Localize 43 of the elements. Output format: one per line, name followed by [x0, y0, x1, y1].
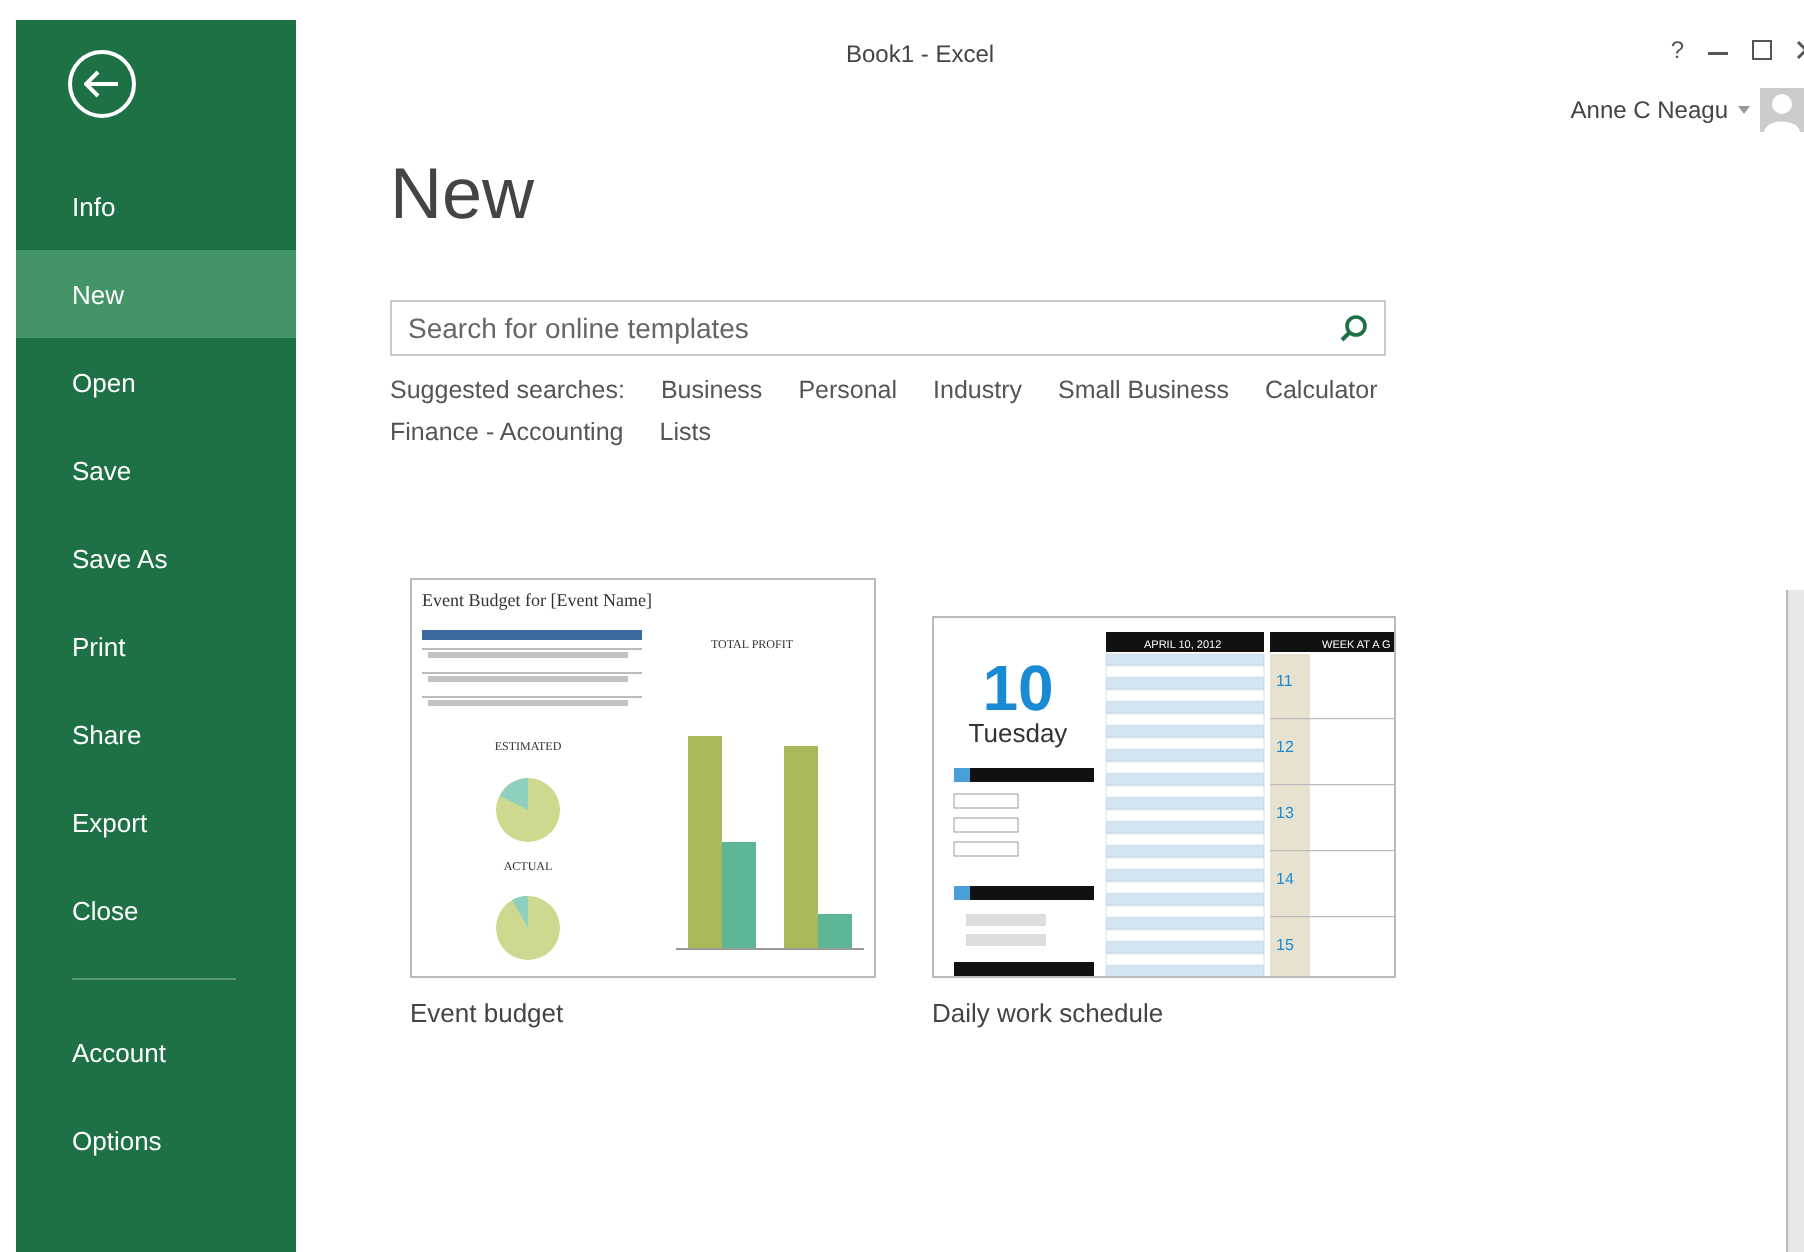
- search-field[interactable]: Search for online templates: [390, 300, 1386, 356]
- sidebar-item[interactable]: Open: [16, 338, 296, 426]
- maximize-icon[interactable]: [1752, 40, 1772, 60]
- sidebar-item[interactable]: Close: [16, 866, 296, 954]
- week-day-number: 11: [1276, 672, 1293, 690]
- sidebar-item[interactable]: Save: [16, 426, 296, 514]
- search-icon[interactable]: [1340, 314, 1368, 342]
- week-day-number: 14: [1276, 870, 1294, 888]
- sidebar-item[interactable]: Options: [16, 1096, 296, 1184]
- sidebar-item[interactable]: New: [16, 250, 296, 338]
- window-title: Book1 - Excel: [846, 40, 995, 68]
- template-name[interactable]: Daily work schedule: [932, 998, 1396, 1028]
- suggested-search-link[interactable]: Small Business: [1058, 376, 1229, 404]
- suggested-search-link[interactable]: Industry: [933, 376, 1022, 404]
- sidebar-item[interactable]: Info: [16, 162, 296, 250]
- suggested-search-link[interactable]: Calculator: [1264, 376, 1378, 404]
- template-title: Event Budget for [Event Name]: [422, 590, 652, 610]
- sidebar-item[interactable]: Print: [16, 602, 296, 690]
- week-day-number: 13: [1276, 804, 1294, 822]
- scrollbar[interactable]: [1786, 590, 1804, 1252]
- sidebar-item[interactable]: Save As: [16, 514, 296, 602]
- caret-icon[interactable]: [1738, 106, 1750, 114]
- week-day-number: 15: [1276, 936, 1294, 954]
- pie-chart-drawing: [496, 896, 560, 960]
- sidebar-item[interactable]: Export: [16, 778, 296, 866]
- help-button[interactable]: ?: [1670, 36, 1684, 64]
- back-button[interactable]: [68, 50, 136, 118]
- weekday-label: Tuesday: [968, 718, 1068, 748]
- page-heading: New: [390, 152, 537, 236]
- day-number: 10: [982, 652, 1054, 724]
- sidebar-item[interactable]: Share: [16, 690, 296, 778]
- suggested-searches-label: Suggested searches:: [390, 376, 625, 404]
- suggested-search-link[interactable]: Finance - Accounting: [390, 418, 624, 446]
- user-name[interactable]: Anne C Neagu: [1570, 96, 1728, 124]
- avatar-icon: [1760, 88, 1804, 132]
- suggested-search-link[interactable]: Lists: [659, 418, 711, 446]
- sidebar-item[interactable]: Account: [16, 1008, 296, 1096]
- suggested-search-link[interactable]: Personal: [798, 376, 898, 404]
- suggested-search-link[interactable]: Business: [660, 376, 763, 404]
- pie-chart-drawing: [496, 778, 560, 842]
- week-day-number: 12: [1276, 738, 1294, 756]
- template-name[interactable]: Event budget: [410, 998, 876, 1028]
- back-arrow-icon: [84, 70, 120, 98]
